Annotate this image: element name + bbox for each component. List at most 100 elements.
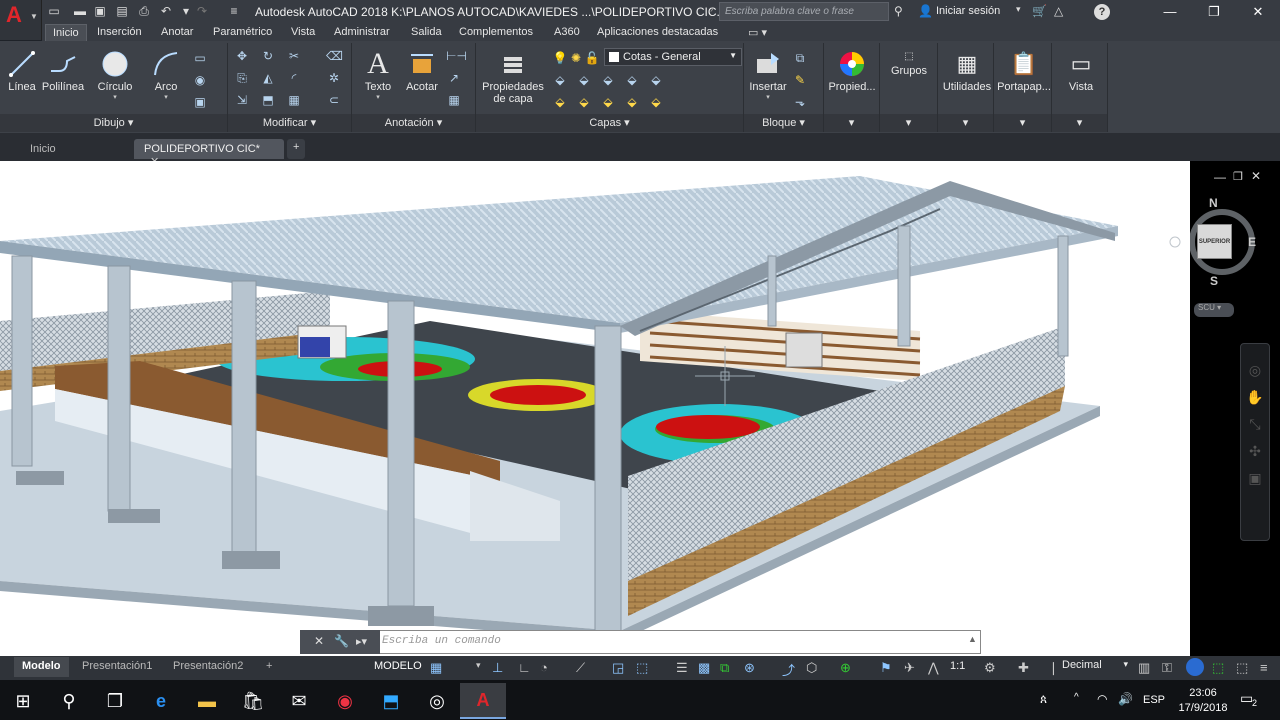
ortho-icon[interactable]: ∟ xyxy=(518,660,531,675)
redo-icon[interactable]: ↷ xyxy=(194,4,210,18)
lineweight-icon[interactable]: ☰ xyxy=(676,660,688,676)
chevron-down-icon[interactable]: ▾ xyxy=(938,114,993,132)
dynamic-ucs-icon[interactable]: ⤴ xyxy=(782,660,795,679)
showmotion-icon[interactable]: ▣ xyxy=(1241,470,1269,487)
drawing-viewport[interactable] xyxy=(0,161,1190,656)
rotate-icon[interactable]: ↻ xyxy=(260,49,276,63)
autocad-taskbar-icon[interactable]: A xyxy=(460,683,506,719)
cart-icon[interactable]: 🛒 xyxy=(1032,4,1047,18)
stretch-icon[interactable]: ⇲ xyxy=(234,93,250,107)
units-dropdown[interactable]: Decimal ▾ xyxy=(1062,659,1132,671)
object-snap-icon[interactable]: ◲ xyxy=(612,660,624,676)
scale-icon[interactable]: ⬒ xyxy=(260,93,276,107)
edit-block-icon[interactable]: ✎ xyxy=(792,73,808,87)
zoom-icon[interactable]: ⤡ xyxy=(1241,416,1269,433)
hardware-accel-icon[interactable]: ⬚ xyxy=(1212,660,1224,676)
compass-east[interactable]: E xyxy=(1248,235,1256,249)
arc-tool[interactable]: Arco ▾ xyxy=(146,47,186,101)
layer-tool-icon[interactable]: ⬙ xyxy=(648,95,664,109)
new-tab-button[interactable]: + xyxy=(287,139,306,159)
command-prompt-icon[interactable]: ▸▾ xyxy=(356,635,367,648)
close-icon[interactable]: ✕ xyxy=(314,634,324,648)
sun-icon[interactable]: ✺ xyxy=(568,51,584,65)
erase-icon[interactable]: ⌫ xyxy=(326,49,343,63)
plus-icon[interactable]: ✚ xyxy=(1018,660,1029,676)
ribbon-minimize-icon[interactable]: ▭ ▾ xyxy=(748,26,767,39)
grid-icon[interactable]: ▦ xyxy=(430,660,442,676)
minimize-button[interactable]: — xyxy=(1152,2,1188,22)
chevron-right-icon[interactable]: › xyxy=(710,4,713,15)
insert-block-tool[interactable]: Insertar ▾ xyxy=(746,47,790,101)
customize-qat-icon[interactable]: ≡ xyxy=(226,4,242,18)
close-button[interactable]: ✕ xyxy=(1240,2,1276,22)
panel-title-dibujo[interactable]: Dibujo ▾ xyxy=(0,114,227,132)
open-file-icon[interactable]: ▬ xyxy=(72,4,88,18)
mail-icon[interactable]: ✉ xyxy=(276,683,322,719)
wifi-icon[interactable]: ◠ xyxy=(1097,692,1107,706)
store-icon[interactable]: 🛍 xyxy=(230,683,276,719)
print-icon[interactable]: ⎙ xyxy=(136,4,152,18)
search-icon[interactable]: ⚲ xyxy=(46,683,92,719)
panel-title-anotacion[interactable]: Anotación ▾ xyxy=(352,114,475,132)
chrome-icon[interactable]: ◉ xyxy=(322,683,368,719)
hatch-icon[interactable]: ◉ xyxy=(192,73,208,87)
binoculars-icon[interactable]: ⚲ xyxy=(894,4,903,18)
help-icon[interactable]: ? xyxy=(1094,4,1110,20)
task-view-icon[interactable]: ❐ xyxy=(92,683,138,719)
layer-tool-icon[interactable]: ⬙ xyxy=(576,95,592,109)
layer-tool-icon[interactable]: ⬙ xyxy=(552,73,568,87)
orbit-icon[interactable]: ✣ xyxy=(1241,443,1269,460)
tab-polideportivo[interactable]: POLIDEPORTIVO CIC* ✕ xyxy=(134,139,284,168)
restore-button[interactable]: ❐ xyxy=(1196,2,1232,22)
panel-title-capas[interactable]: Capas ▾ xyxy=(476,114,743,132)
tab-administrar[interactable]: Administrar xyxy=(327,24,397,41)
new-file-icon[interactable]: ▭ xyxy=(46,4,62,18)
chevron-up-icon[interactable]: ^ xyxy=(1074,692,1079,703)
layer-tool-icon[interactable]: ⬙ xyxy=(624,95,640,109)
text-tool[interactable]: A Texto ▾ xyxy=(358,47,398,101)
offset-icon[interactable]: ⊂ xyxy=(326,93,342,107)
undo-dropdown-icon[interactable]: ▾ xyxy=(178,4,194,18)
panel-propiedades[interactable]: Propied... ▾ xyxy=(824,43,880,132)
annotation-scale[interactable]: 1:1 xyxy=(950,660,965,672)
lightbulb-icon[interactable]: 💡 xyxy=(552,51,568,65)
move-icon[interactable]: ✥ xyxy=(234,49,250,63)
polar-icon[interactable]: ◔ xyxy=(540,660,548,675)
app-icon[interactable]: ◎ xyxy=(414,683,460,719)
tab-modelo[interactable]: Modelo xyxy=(14,657,69,677)
mirror-icon[interactable]: ◭ xyxy=(260,71,276,85)
tab-parametrico[interactable]: Paramétrico xyxy=(206,24,279,41)
app-icon[interactable]: ⬒ xyxy=(368,683,414,719)
groups-tool[interactable]: ⬚ Grupos xyxy=(882,47,936,78)
panel-vista[interactable]: ▭ Vista ▾ xyxy=(1052,43,1108,132)
navigation-bar[interactable]: ◎ ✋ ⤡ ✣ ▣ xyxy=(1240,343,1270,541)
file-explorer-icon[interactable]: ▬ xyxy=(184,683,230,719)
steering-wheel-icon[interactable]: ◎ xyxy=(1241,362,1269,379)
compass-south[interactable]: S xyxy=(1210,274,1218,288)
application-menu-button[interactable]: A ▼ xyxy=(0,0,42,40)
tab-presentacion1[interactable]: Presentación1 xyxy=(74,657,160,677)
linear-dim-icon[interactable]: ⊢⊣ xyxy=(446,49,467,63)
viewcube-face-top[interactable]: SUPERIOR xyxy=(1197,224,1232,259)
gizmo-icon[interactable]: ⊕ xyxy=(840,660,851,676)
viewport-minimize-icon[interactable]: — xyxy=(1214,170,1226,184)
fillet-icon[interactable]: ◜ xyxy=(286,71,302,85)
pan-icon[interactable]: ✋ xyxy=(1241,389,1269,406)
user-icon[interactable]: 👤 xyxy=(918,4,933,18)
tab-presentacion2[interactable]: Presentación2 xyxy=(165,657,251,677)
create-block-icon[interactable]: ⧉ xyxy=(792,51,808,65)
layer-dropdown[interactable]: Cotas - General ▼ xyxy=(604,48,742,66)
volume-icon[interactable]: 🔊 xyxy=(1118,692,1133,706)
annotation-scale-icon[interactable]: ⋀ xyxy=(928,660,939,676)
lock-ui-icon[interactable]: ⚿ xyxy=(1162,660,1172,676)
trim-icon[interactable]: ✂ xyxy=(286,49,302,63)
viewport-close-icon[interactable]: ✕ xyxy=(1251,169,1261,183)
panel-title-modificar[interactable]: Modificar ▾ xyxy=(228,114,351,132)
undo-icon[interactable]: ↶ xyxy=(158,4,174,18)
leader-icon[interactable]: ↗ xyxy=(446,71,462,85)
gear-icon[interactable]: ⚙ xyxy=(984,660,996,676)
layer-tool-icon[interactable]: ⬙ xyxy=(600,95,616,109)
new-layout-button[interactable]: + xyxy=(258,657,280,677)
chevron-down-icon[interactable]: ▾ xyxy=(1016,4,1021,15)
lock-icon[interactable]: 🔓 xyxy=(584,51,600,65)
